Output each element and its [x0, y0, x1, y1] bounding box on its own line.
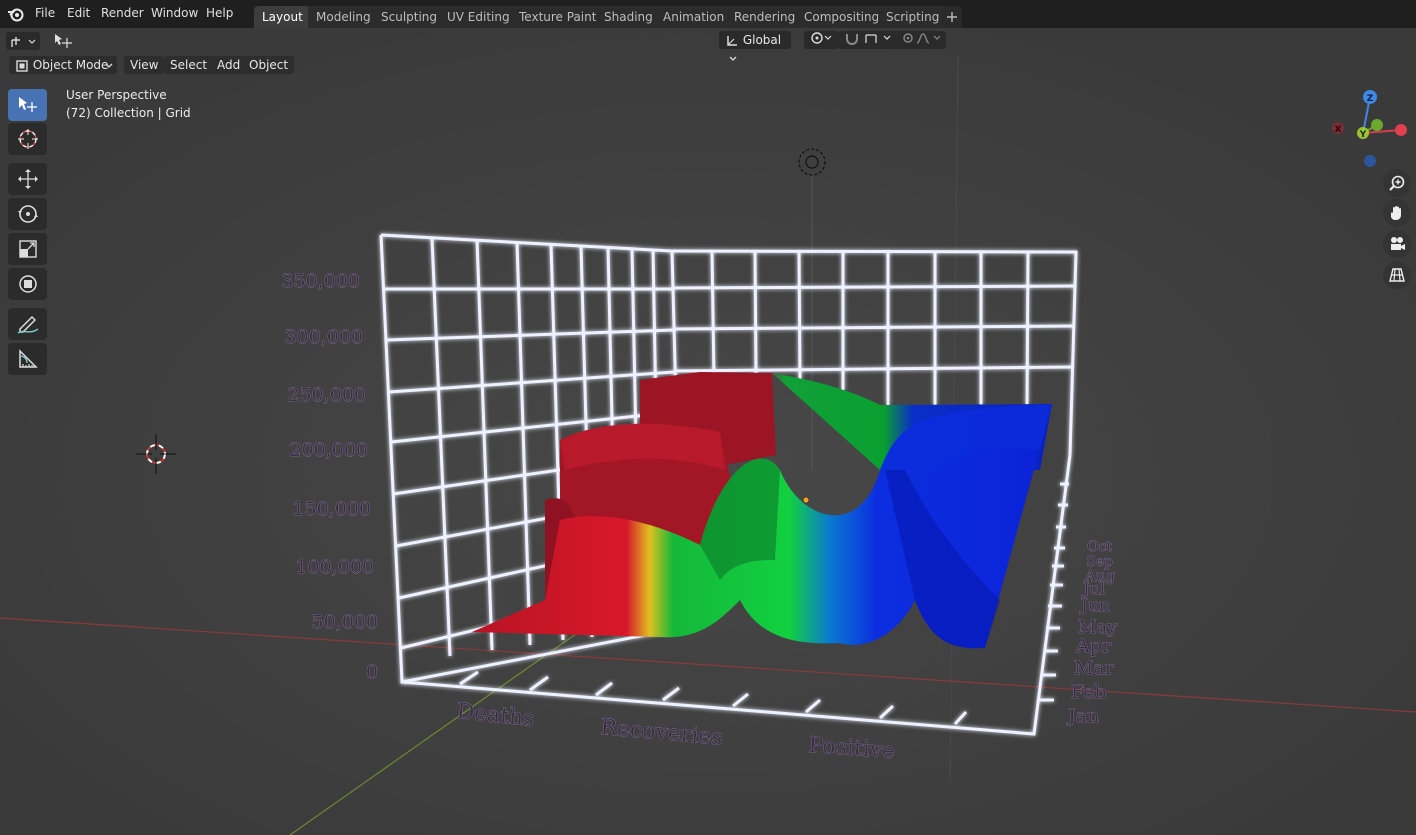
plus-icon	[947, 12, 957, 22]
move-arrows-icon	[17, 169, 38, 189]
gizmo-y-label: Y	[1359, 130, 1367, 140]
viewport-scene: Z X Y 350,000 300,000 250,000 200,000 15…	[0, 28, 1416, 835]
hand-icon	[1390, 206, 1401, 220]
menu-render[interactable]: Render	[101, 6, 144, 20]
tab-modeling[interactable]: Modeling	[308, 6, 379, 28]
month-label: May	[1078, 617, 1118, 638]
transform-pivot-icon[interactable]	[52, 32, 74, 50]
pivot-point-select[interactable]	[804, 31, 838, 49]
select-box-tool[interactable]	[8, 89, 47, 121]
chevron-down-icon	[105, 63, 113, 68]
y-tick-label: 200,000	[289, 439, 368, 461]
menu-add[interactable]: Add	[211, 56, 247, 74]
transform-orientation-select[interactable]: Global	[719, 31, 791, 61]
object-mode-icon	[16, 59, 28, 72]
y-tick-label: 300,000	[284, 326, 363, 348]
collection-info-label: (72) Collection | Grid	[66, 106, 191, 120]
chevron-down-icon	[729, 56, 737, 61]
menu-object[interactable]: Object	[243, 56, 295, 74]
camera-icon	[1391, 237, 1405, 250]
y-tick-label: 350,000	[281, 270, 360, 292]
y-tick-label: 0	[366, 661, 378, 683]
proportional-editing-icon	[903, 33, 941, 44]
pivot-icon	[811, 32, 832, 44]
month-label: Jun	[1079, 596, 1110, 616]
y-tick-label: 50,000	[312, 611, 378, 633]
measure-tool[interactable]	[8, 343, 47, 375]
orientation-label: Global	[742, 33, 782, 47]
month-label: Jan	[1066, 705, 1099, 727]
menu-help[interactable]: Help	[206, 6, 233, 20]
month-label: Feb	[1071, 681, 1107, 703]
y-tick-label: 150,000	[292, 498, 371, 520]
toggle-projection-button[interactable]	[1383, 261, 1411, 289]
tab-uv-editing[interactable]: UV Editing	[439, 6, 518, 28]
rotate-icon	[17, 205, 38, 223]
3d-viewport[interactable]: Z X Y 350,000 300,000 250,000 200,000 15…	[0, 28, 1416, 835]
orientation-icon	[727, 35, 737, 46]
tab-texture-paint[interactable]: Texture Paint	[511, 6, 605, 28]
cursor-target-icon	[17, 129, 38, 149]
transform-icon	[18, 275, 37, 293]
snap-toggle[interactable]	[838, 31, 900, 49]
editor-type-button[interactable]	[6, 32, 40, 50]
object-mode-tool-icon	[11, 36, 36, 47]
gizmo-z-label: Z	[1367, 94, 1374, 104]
y-tick-label: 250,000	[287, 384, 366, 406]
proportional-editing-toggle[interactable]	[896, 31, 946, 49]
move-tool[interactable]	[8, 163, 47, 195]
pan-view-button[interactable]	[1383, 199, 1411, 227]
magnet-icon	[846, 34, 891, 45]
top-bar: File Edit Render Window Help Layout Mode…	[0, 0, 1416, 28]
ruler-icon	[18, 349, 38, 368]
y-tick-label: 100,000	[295, 556, 374, 578]
select-cursor-icon	[18, 97, 37, 112]
blender-logo-icon[interactable]	[7, 6, 25, 22]
transform-tool[interactable]	[8, 268, 47, 300]
scale-tool[interactable]	[8, 233, 47, 265]
tab-sculpting[interactable]: Sculpting	[373, 6, 446, 28]
month-label: Mar	[1074, 657, 1115, 679]
tab-compositing[interactable]: Compositing	[796, 6, 888, 28]
tab-rendering[interactable]: Rendering	[726, 6, 804, 28]
zoom-icon	[1389, 175, 1405, 191]
cursor-tool[interactable]	[8, 123, 47, 155]
menu-file[interactable]: File	[35, 6, 55, 20]
mode-label: Object Mode	[32, 58, 109, 72]
tab-layout[interactable]: Layout	[254, 6, 311, 28]
rotate-tool[interactable]	[8, 198, 47, 230]
tab-scripting[interactable]: Scripting	[878, 6, 948, 28]
menu-window[interactable]: Window	[151, 6, 198, 20]
month-label: Oct	[1087, 539, 1112, 555]
gizmo-x-label: X	[1335, 125, 1342, 135]
menu-edit[interactable]: Edit	[67, 6, 90, 20]
grid-perspective-icon	[1389, 268, 1405, 282]
tab-animation[interactable]: Animation	[655, 6, 733, 28]
scale-icon	[18, 240, 37, 258]
zoom-view-button[interactable]	[1383, 169, 1411, 197]
pencil-icon	[17, 315, 38, 334]
menu-select[interactable]: Select	[164, 56, 214, 74]
add-workspace-button[interactable]	[942, 6, 962, 28]
annotate-tool[interactable]	[8, 308, 47, 340]
tab-shading[interactable]: Shading	[596, 6, 661, 28]
mode-select[interactable]: Object Mode	[9, 56, 117, 74]
view-perspective-label: User Perspective	[66, 88, 167, 102]
month-label: Sep	[1086, 554, 1113, 570]
camera-view-button[interactable]	[1383, 230, 1411, 258]
month-label: Apr	[1075, 635, 1112, 657]
menu-view[interactable]: View	[124, 56, 165, 74]
